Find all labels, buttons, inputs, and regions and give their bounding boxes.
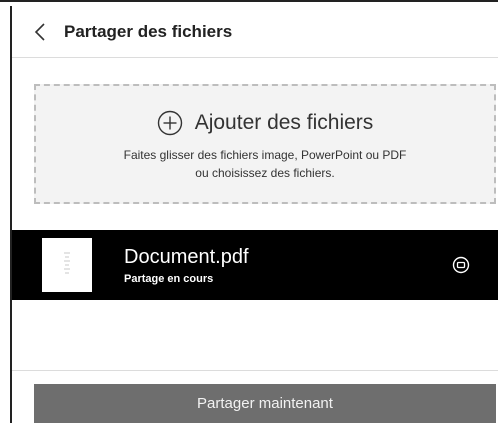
file-list-item[interactable]: Document.pdf Partage en cours — [12, 230, 498, 300]
file-info: Document.pdf Partage en cours — [124, 245, 450, 285]
dropzone-hint: Faites glisser des fichiers image, Power… — [60, 146, 470, 182]
page-title: Partager des fichiers — [64, 21, 233, 41]
stop-icon — [452, 256, 470, 274]
document-thumbnail-icon — [42, 238, 92, 292]
plus-circle-icon — [157, 110, 182, 136]
dropzone-hint-line2: ou choisissez des fichiers. — [195, 166, 335, 180]
panel-header: Partager des fichiers — [12, 6, 498, 58]
chevron-left-icon — [34, 22, 45, 41]
add-files-button[interactable]: Ajouter des fichiers — [36, 110, 494, 136]
footer-divider — [12, 370, 498, 371]
dropzone-hint-line1: Faites glisser des fichiers image, Power… — [123, 148, 407, 162]
share-now-button[interactable]: Partager maintenant — [34, 384, 496, 423]
share-files-panel: Partager des fichiers Ajouter des fichie… — [10, 6, 498, 423]
back-button[interactable] — [30, 22, 50, 42]
stop-sharing-button[interactable] — [450, 254, 472, 276]
file-name: Document.pdf — [124, 246, 249, 268]
file-status: Partage en cours — [124, 273, 214, 285]
file-dropzone[interactable]: Ajouter des fichiers Faites glisser des … — [34, 84, 496, 204]
add-files-label: Ajouter des fichiers — [194, 111, 374, 134]
